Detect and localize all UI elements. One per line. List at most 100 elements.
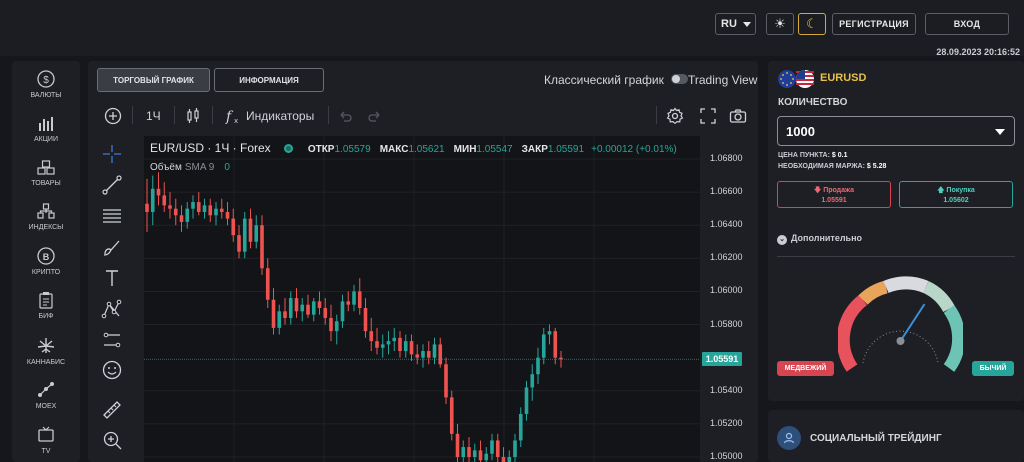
measure-icon[interactable] (101, 329, 123, 351)
candle-body (346, 301, 351, 305)
trend-line-icon[interactable] (101, 174, 123, 196)
datetime: 28.09.2023 20:16:52 (936, 47, 1020, 57)
candle-body (214, 208, 218, 216)
candle-type-icon[interactable] (184, 107, 202, 128)
high-label: МАКС (379, 144, 409, 155)
candle-body (369, 331, 374, 342)
sidebar-item-crypto[interactable]: B КРИПТО (12, 246, 80, 276)
interval-button[interactable]: 1Ч (146, 109, 161, 123)
sidebar-item-moex[interactable]: MOEX (12, 380, 80, 410)
tradingview-label: Trading View (688, 73, 758, 87)
candle-body (513, 440, 517, 457)
candle-body (150, 188, 155, 212)
ruler-icon[interactable] (101, 399, 123, 421)
sidebar-item-stocks[interactable]: АКЦИИ (12, 113, 80, 143)
undo-icon[interactable] (336, 107, 354, 128)
close-label: ЗАКР (521, 144, 548, 155)
candlestick-chart (144, 136, 700, 462)
light-theme-button[interactable]: ☀ (766, 13, 794, 35)
candle-body (208, 205, 213, 216)
candle-body (409, 341, 414, 355)
candle-body (380, 344, 385, 348)
crosshair-icon[interactable] (101, 143, 123, 165)
language-value: RU (721, 18, 737, 30)
tab-information[interactable]: ИНФОРМАЦИЯ (214, 68, 324, 92)
candle-body (478, 450, 483, 461)
buy-button[interactable]: 🡅 Покупка 1.05602 (899, 181, 1013, 208)
candle-body (185, 208, 190, 222)
sidebar-item-indices[interactable]: ИНДЕКСЫ (12, 201, 80, 231)
divider (777, 256, 1015, 257)
candle-body (484, 453, 489, 461)
candle-body (449, 397, 454, 434)
sell-price: 1.05591 (821, 197, 847, 204)
currency-icon: $ (36, 69, 56, 89)
sidebar-item-currencies[interactable]: $ ВАЛЮТЫ (12, 69, 80, 99)
indices-icon (36, 201, 56, 221)
price-tick-label: 1.06000 (710, 285, 743, 296)
redo-icon[interactable] (366, 107, 384, 128)
volume-value: 0 (224, 162, 230, 173)
add-symbol-icon[interactable] (104, 107, 122, 128)
close-value: 1.05591 (547, 144, 585, 155)
cannabis-icon (36, 336, 56, 356)
buy-label: Покупка (946, 187, 975, 194)
symbol-title[interactable]: EUR/USD · 1Ч · Forex (150, 141, 271, 155)
fullscreen-icon[interactable] (699, 107, 717, 128)
candle-body (254, 225, 259, 242)
candle-body (403, 341, 408, 352)
sidebar-item-label: TV (41, 448, 51, 455)
candle-body (467, 447, 471, 457)
price-tick-label: 1.05800 (710, 318, 743, 329)
sidebar-item-commodities[interactable]: ТОВАРЫ (12, 157, 80, 187)
chart-mode-toggle[interactable] (671, 74, 688, 84)
additional-toggle[interactable]: ⌄ Дополнительно (777, 233, 862, 245)
settings-gear-icon[interactable] (666, 107, 684, 128)
candle-body (421, 351, 425, 358)
candle-body (455, 433, 460, 457)
chart-area[interactable] (144, 136, 700, 462)
quantity-select[interactable]: 1000 (777, 116, 1015, 146)
arrow-up-icon: 🡅 (937, 187, 945, 194)
sidebar-item-label: КРИПТО (31, 269, 61, 276)
fib-levels-icon[interactable] (101, 205, 123, 227)
candle-body (277, 311, 282, 328)
register-button[interactable]: РЕГИСТРАЦИЯ (832, 13, 916, 35)
price-tick-label: 1.06800 (710, 153, 743, 163)
sidebar-item-cannabis[interactable]: КАННАБИС (12, 336, 80, 366)
candle-body (329, 317, 333, 332)
status-dot (283, 144, 293, 153)
candle-body (501, 457, 506, 462)
bullish-badge: БЫЧИЙ (972, 361, 1014, 376)
sell-button[interactable]: 🡇 Продажа 1.05591 (777, 181, 891, 208)
emoji-icon[interactable] (101, 359, 123, 381)
social-trading-panel[interactable]: СОЦИАЛЬНЫЙ ТРЕЙДИНГ (768, 410, 1024, 462)
sun-icon: ☀ (774, 16, 786, 31)
tab-trading-chart[interactable]: ТОРГОВЫЙ ГРАФИК (97, 68, 210, 92)
pattern-icon[interactable] (101, 298, 123, 320)
dark-theme-button[interactable]: ☾ (798, 13, 826, 35)
indicators-button[interactable]: Индикаторы (246, 109, 314, 123)
sidebar-item-tv[interactable]: TV (12, 425, 80, 455)
volume-label: Объём (150, 162, 182, 173)
candle-body (495, 440, 500, 457)
stocks-icon (36, 113, 56, 133)
login-button[interactable]: ВХОД (925, 13, 1009, 35)
zoom-in-icon[interactable] (101, 429, 123, 451)
candle-body (518, 413, 523, 441)
pip-price-label: ЦЕНА ПУНКТА: (778, 152, 830, 159)
svg-text:f: f (225, 109, 234, 125)
candle-body (541, 334, 546, 358)
indicators-icon[interactable]: fx (224, 107, 242, 128)
additional-label: Дополнительно (791, 233, 863, 243)
brush-icon[interactable] (101, 236, 123, 258)
candle-body (317, 301, 322, 308)
candle-body (145, 203, 149, 212)
text-tool-icon[interactable] (101, 267, 123, 289)
language-select[interactable]: RU (715, 13, 756, 35)
sidebar-item-etf[interactable]: БИФ (12, 290, 80, 320)
camera-icon[interactable] (729, 107, 747, 128)
candle-body (375, 341, 379, 348)
high-value: 1.05621 (408, 144, 445, 155)
margin-value: $ 5.28 (866, 163, 887, 170)
